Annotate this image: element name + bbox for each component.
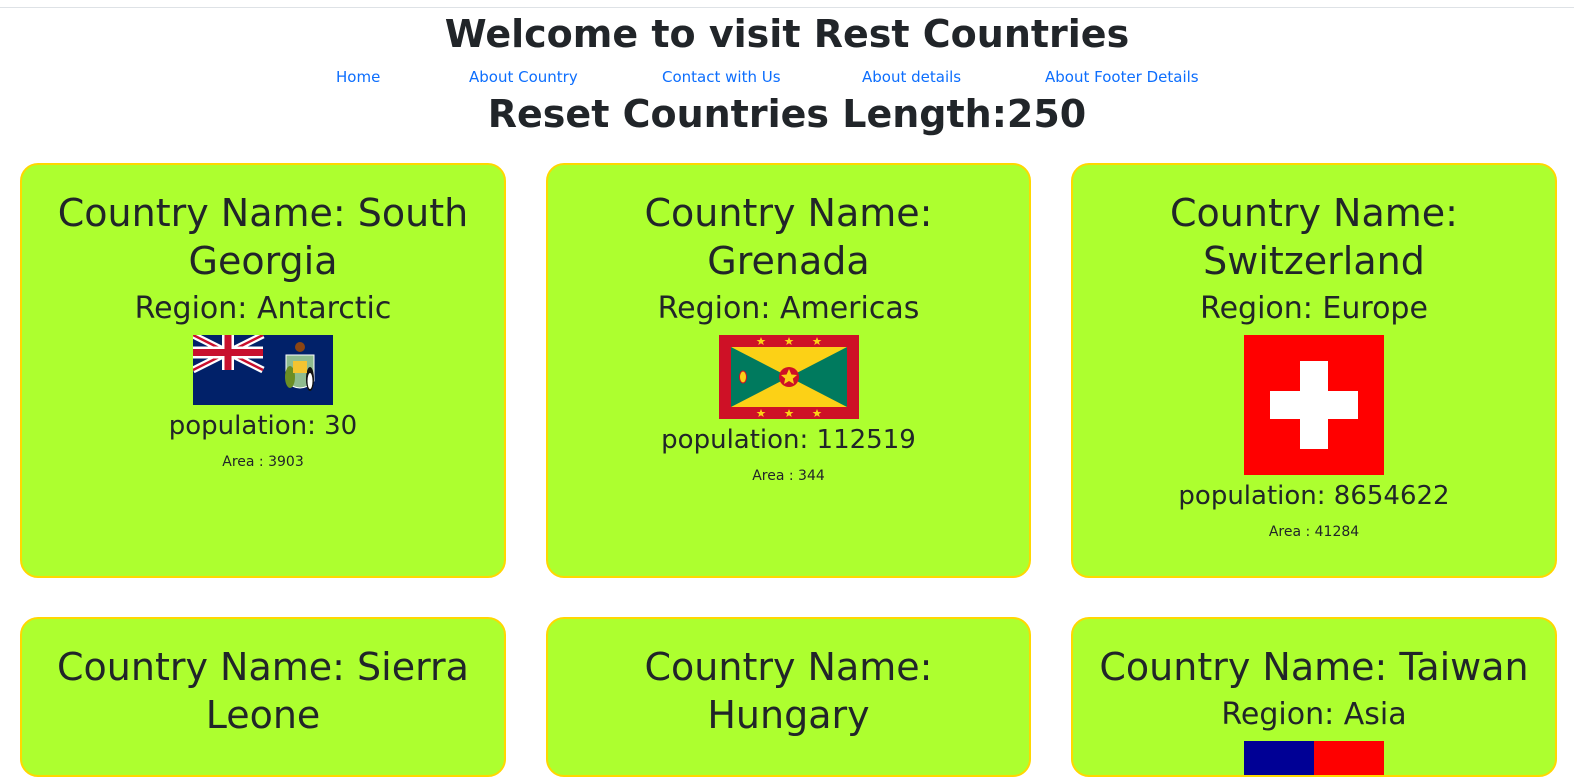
country-region: Region: Asia [1221,697,1407,732]
country-region: Region: Antarctic [134,291,392,326]
country-area: Area : 344 [752,468,825,484]
taiwan-flag-image [1244,741,1384,775]
country-card: Country Name: Grenada Region: Americas p… [546,163,1031,578]
country-area: Area : 41284 [1268,524,1360,540]
top-divider [0,7,1574,8]
nav-link-contact[interactable]: Contact with Us [662,66,781,88]
nav-link-about-details[interactable]: About details [862,66,961,88]
nav-link-about-footer[interactable]: About Footer Details [1045,66,1199,88]
country-name: Country Name: Switzerland [1170,191,1458,283]
nav-link-home[interactable]: Home [336,66,380,88]
country-name: Country Name: Hungary [644,645,933,737]
page-title: Welcome to visit Rest Countries [444,12,1130,56]
country-name: Country Name: Grenada [644,191,933,283]
switzerland-flag-image [1244,335,1384,475]
country-card: Country Name: Taiwan Region: Asia [1071,617,1557,777]
country-card: Country Name: Hungary [546,617,1031,777]
country-card: Country Name: South Georgia Region: Anta… [20,163,506,578]
south-georgia-flag-image [193,335,333,405]
main-nav: Home About Country Contact with Us About… [0,66,1574,88]
country-region: Region: Americas [657,291,920,326]
grenada-flag-image [718,335,859,419]
country-name: Country Name: Sierra Leone [57,645,469,737]
country-population: population: 112519 [661,425,916,455]
country-area: Area : 3903 [222,454,304,470]
country-card: Country Name: Sierra Leone [20,617,506,777]
country-name: Country Name: Taiwan [1099,645,1529,689]
country-region: Region: Europe [1200,291,1428,326]
nav-link-about-country[interactable]: About Country [469,66,578,88]
countries-length-heading: Reset Countries Length:250 [487,92,1087,136]
country-population: population: 8654622 [1178,481,1450,511]
country-card: Country Name: Switzerland Region: Europe… [1071,163,1557,578]
country-name: Country Name: South Georgia [57,191,469,283]
country-population: population: 30 [168,411,358,441]
